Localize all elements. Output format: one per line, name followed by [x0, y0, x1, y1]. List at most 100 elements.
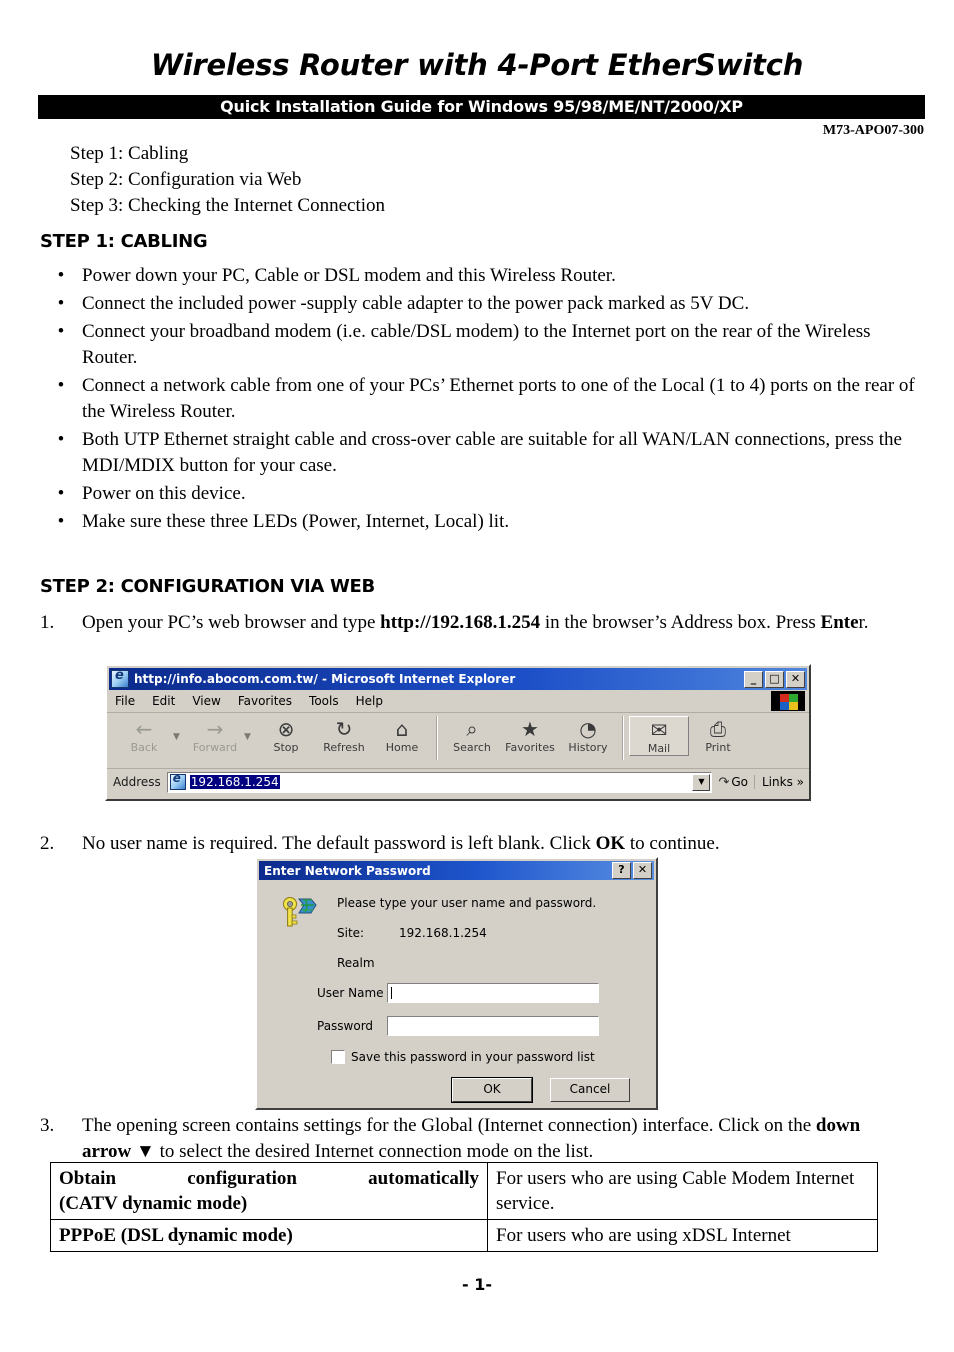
overview-step: Step 2: Configuration via Web: [70, 169, 302, 190]
header-banner-text: Quick Installation Guide for Windows 95/…: [220, 97, 743, 116]
minimize-icon[interactable]: _: [744, 670, 763, 688]
list-item: • Power on this device.: [40, 481, 920, 507]
refresh-button[interactable]: ↻ Refresh: [315, 716, 373, 754]
address-input[interactable]: 192.168.1.254 ▼: [166, 771, 713, 793]
mail-button[interactable]: ✉ Mail: [629, 716, 689, 756]
print-label: Print: [705, 741, 731, 754]
password-field[interactable]: [387, 1016, 599, 1036]
menu-help[interactable]: Help: [356, 694, 383, 708]
forward-button[interactable]: → Forward: [186, 716, 244, 754]
bullet-icon: •: [57, 429, 65, 450]
username-field[interactable]: [387, 983, 599, 1003]
stop-button[interactable]: ⊗ Stop: [257, 716, 315, 754]
search-label: Search: [453, 741, 491, 754]
list-item-text: Make sure these three LEDs (Power, Inter…: [82, 511, 510, 532]
list-item: • Connect the included power -supply cab…: [40, 291, 920, 317]
mode-name-line2: (CATV dynamic mode): [59, 1193, 248, 1214]
list-number: 1.: [40, 612, 55, 633]
back-dropdown-icon[interactable]: ▼: [173, 716, 186, 742]
menu-view[interactable]: View: [192, 694, 220, 708]
close-icon[interactable]: ✕: [786, 670, 805, 688]
list-item: • Both UTP Ethernet straight cable and c…: [40, 427, 920, 479]
forward-arrow-icon: →: [206, 717, 224, 741]
list-item-text: No user name is required. The default pa…: [82, 831, 925, 857]
dialog-prompt: Please type your user name and password.: [337, 896, 597, 910]
stop-icon: ⊗: [277, 717, 295, 741]
list-item-text: Connect a network cable from one of your…: [82, 375, 915, 422]
stop-label: Stop: [273, 741, 299, 754]
forward-dropdown-icon[interactable]: ▼: [244, 716, 257, 742]
help-icon[interactable]: ?: [612, 862, 631, 879]
bullet-icon: •: [57, 321, 65, 342]
cancel-button[interactable]: Cancel: [550, 1078, 630, 1102]
page-icon: [169, 771, 186, 790]
key-and-globe-icon: [283, 897, 317, 927]
router-url: http://192.168.1.254: [380, 612, 541, 633]
browser-window-screenshot: http://info.abocom.com.tw/ - Microsoft I…: [105, 664, 811, 801]
dialog-buttons: OK Cancel: [271, 1077, 642, 1103]
search-icon: ⌕: [466, 717, 478, 741]
history-button[interactable]: ◔ History: [559, 716, 617, 754]
page-number: - 1-: [462, 1275, 492, 1294]
links-button[interactable]: Links »: [754, 775, 809, 789]
password-dialog-screenshot: Enter Network Password ? ✕ Please type y…: [255, 857, 658, 1110]
save-password-checkbox[interactable]: [331, 1050, 345, 1064]
window-controls: _ □ ✕: [744, 670, 805, 688]
table-row: Obtain configuration automatically (CATV…: [50, 1162, 878, 1220]
back-button[interactable]: ← Back: [115, 716, 173, 754]
item2-part1: No user name is required. The default pa…: [82, 833, 596, 854]
go-button[interactable]: ↷ Go: [712, 775, 754, 790]
list-item-text: Power down your PC, Cable or DSL modem a…: [82, 265, 616, 286]
dialog-window-controls: ? ✕: [612, 862, 652, 879]
browser-titlebar: http://info.abocom.com.tw/ - Microsoft I…: [109, 668, 807, 690]
home-button[interactable]: ⌂ Home: [373, 716, 431, 754]
address-dropdown-icon[interactable]: ▼: [692, 773, 711, 791]
step2-heading: STEP 2: CONFIGURATION VIA WEB: [40, 576, 375, 597]
step2-item-3: 3. The opening screen contains settings …: [40, 1113, 925, 1165]
item2-part2: to continue.: [625, 833, 720, 854]
item1-part1: Open your PC’s web browser and type: [82, 612, 381, 633]
step1-heading: STEP 1: CABLING: [40, 231, 208, 252]
mode-name-line1: PPPoE (DSL dynamic mode): [59, 1225, 293, 1246]
search-button[interactable]: ⌕ Search: [443, 716, 501, 754]
menu-favorites[interactable]: Favorites: [238, 694, 292, 708]
browser-addressbar: Address 192.168.1.254 ▼ ↷ Go Links »: [107, 769, 809, 795]
username-label: User Name: [317, 986, 384, 1000]
enter-key-bold: Ente: [820, 612, 859, 633]
step2-item-1: 1. Open your PC’s web browser and type h…: [40, 610, 925, 636]
maximize-icon[interactable]: □: [765, 670, 784, 688]
list-number: 3.: [40, 1115, 55, 1136]
mode-cell: PPPoE (DSL dynamic mode): [50, 1219, 488, 1252]
list-item-text: Open your PC’s web browser and type http…: [82, 610, 925, 636]
menu-tools[interactable]: Tools: [309, 694, 339, 708]
mode-name-line1: Obtain configuration automatically: [59, 1168, 479, 1189]
menu-file[interactable]: File: [115, 694, 135, 708]
site-row: Site: 192.168.1.254: [337, 926, 642, 940]
step2-item-2: 2. No user name is required. The default…: [40, 831, 925, 857]
save-password-checkbox-row[interactable]: Save this password in your password list: [331, 1050, 642, 1064]
close-icon[interactable]: ✕: [633, 862, 652, 879]
item1-part2: in the browser’s Address box. Press: [540, 612, 821, 633]
list-number: 2.: [40, 833, 55, 854]
favorites-button[interactable]: ★ Favorites: [501, 716, 559, 754]
print-button[interactable]: ⎙ Print: [689, 716, 747, 754]
toolbar-divider: [622, 716, 624, 760]
printer-icon: ⎙: [710, 717, 726, 741]
dialog-titlebar: Enter Network Password ? ✕: [259, 861, 654, 880]
bullet-icon: •: [57, 265, 65, 286]
list-item-text: Connect the included power -supply cable…: [82, 293, 750, 314]
address-label: Address: [113, 775, 161, 789]
list-item: • Connect your broadband modem (i.e. cab…: [40, 319, 920, 371]
site-value: 192.168.1.254: [399, 926, 487, 940]
list-item-text: The opening screen contains settings for…: [82, 1113, 925, 1165]
overview-step-list: Step 1: Cabling Step 2: Configuration vi…: [70, 141, 385, 219]
bullet-icon: •: [57, 483, 65, 504]
save-password-label: Save this password in your password list: [351, 1050, 595, 1064]
table-row: PPPoE (DSL dynamic mode) For users who a…: [50, 1219, 878, 1252]
list-item: • Connect a network cable from one of yo…: [40, 373, 920, 425]
ok-button[interactable]: OK: [451, 1077, 533, 1103]
menu-edit[interactable]: Edit: [152, 694, 175, 708]
refresh-icon: ↻: [335, 717, 353, 741]
mode-cell: Obtain configuration automatically (CATV…: [50, 1162, 488, 1220]
bullet-icon: •: [57, 511, 65, 532]
